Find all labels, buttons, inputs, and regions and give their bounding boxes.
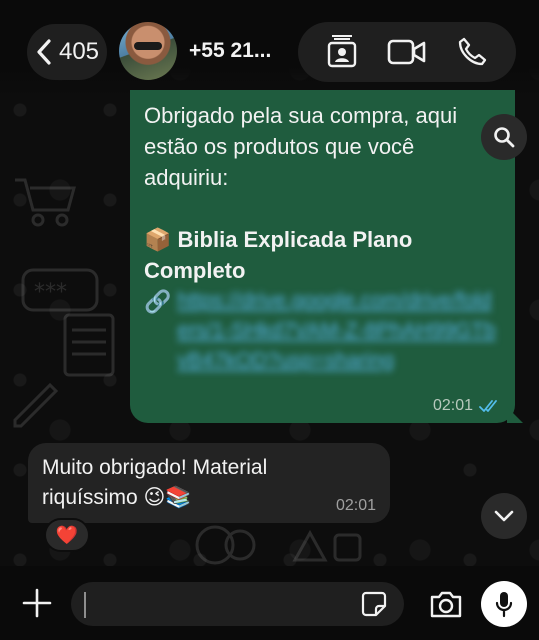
phone-icon	[458, 37, 486, 66]
product-name-line2: Completo	[144, 258, 246, 283]
message-line: adquiriu:	[144, 165, 229, 190]
outgoing-message-bubble[interactable]: Obrigado pela sua compra, aqui estão os …	[130, 90, 515, 423]
svg-text:***: ***	[34, 280, 67, 305]
chevron-down-icon	[494, 510, 514, 522]
message-input[interactable]	[71, 582, 404, 626]
voice-call-button[interactable]	[447, 27, 497, 77]
message-line: Muito obrigado! Material	[42, 456, 268, 479]
message-time: 02:01	[335, 497, 376, 514]
video-camera-icon	[387, 39, 426, 65]
contact-info-button[interactable]: +55 21...	[113, 20, 289, 82]
header-actions	[298, 22, 516, 82]
product-title: 📦 Biblia Explicada Plano	[144, 224, 501, 255]
download-link-row: 🔗 https://drive.google.com/drive/folders…	[144, 286, 501, 376]
scroll-to-bottom-button[interactable]	[481, 493, 527, 539]
camera-icon[interactable]	[428, 588, 464, 620]
contact-card-button[interactable]	[317, 27, 367, 77]
message-time: 02:01	[432, 397, 473, 414]
search-icon	[494, 127, 515, 148]
message-meta: 02:01	[433, 397, 501, 415]
pencil-doodle-icon	[13, 382, 59, 428]
coin-doodle-icon	[195, 525, 256, 565]
chevron-left-icon	[37, 39, 51, 65]
text-caret	[84, 592, 86, 618]
download-link[interactable]: https://drive.google.com/drive/folders/1…	[177, 286, 501, 376]
product-name-line1: Biblia Explicada Plano	[177, 227, 413, 252]
message-composer	[0, 566, 539, 640]
microphone-icon	[495, 592, 513, 618]
plus-icon[interactable]	[20, 586, 54, 620]
chat-header: 405 +55 21...	[0, 0, 539, 96]
sticker-icon[interactable]	[360, 590, 388, 618]
link-icon: 🔗	[144, 289, 172, 314]
message-line: riquíssimo 😉📚	[42, 486, 192, 509]
unread-count: 405	[58, 38, 100, 65]
password-doodle-icon: ***	[21, 268, 99, 312]
shapes-doodle-icon	[292, 529, 362, 562]
message-line: estão os produtos que você	[144, 134, 415, 159]
voice-message-button[interactable]	[481, 581, 527, 627]
back-button[interactable]: 405	[27, 24, 107, 80]
contact-name: +55 21...	[189, 39, 272, 62]
search-in-chat-button[interactable]	[481, 114, 527, 160]
contact-card-icon	[328, 35, 357, 68]
notepad-doodle-icon	[63, 313, 115, 377]
heart-reaction[interactable]: ❤️	[44, 518, 90, 552]
read-ticks-icon	[479, 400, 497, 412]
avatar[interactable]	[119, 22, 177, 80]
video-call-button[interactable]	[382, 27, 432, 77]
cart-doodle-icon	[15, 178, 76, 227]
message-line: Obrigado pela sua compra, aqui	[144, 103, 458, 128]
package-icon: 📦	[144, 227, 172, 252]
incoming-message-bubble[interactable]: Muito obrigado! Material riquíssimo 😉📚 0…	[28, 443, 390, 523]
